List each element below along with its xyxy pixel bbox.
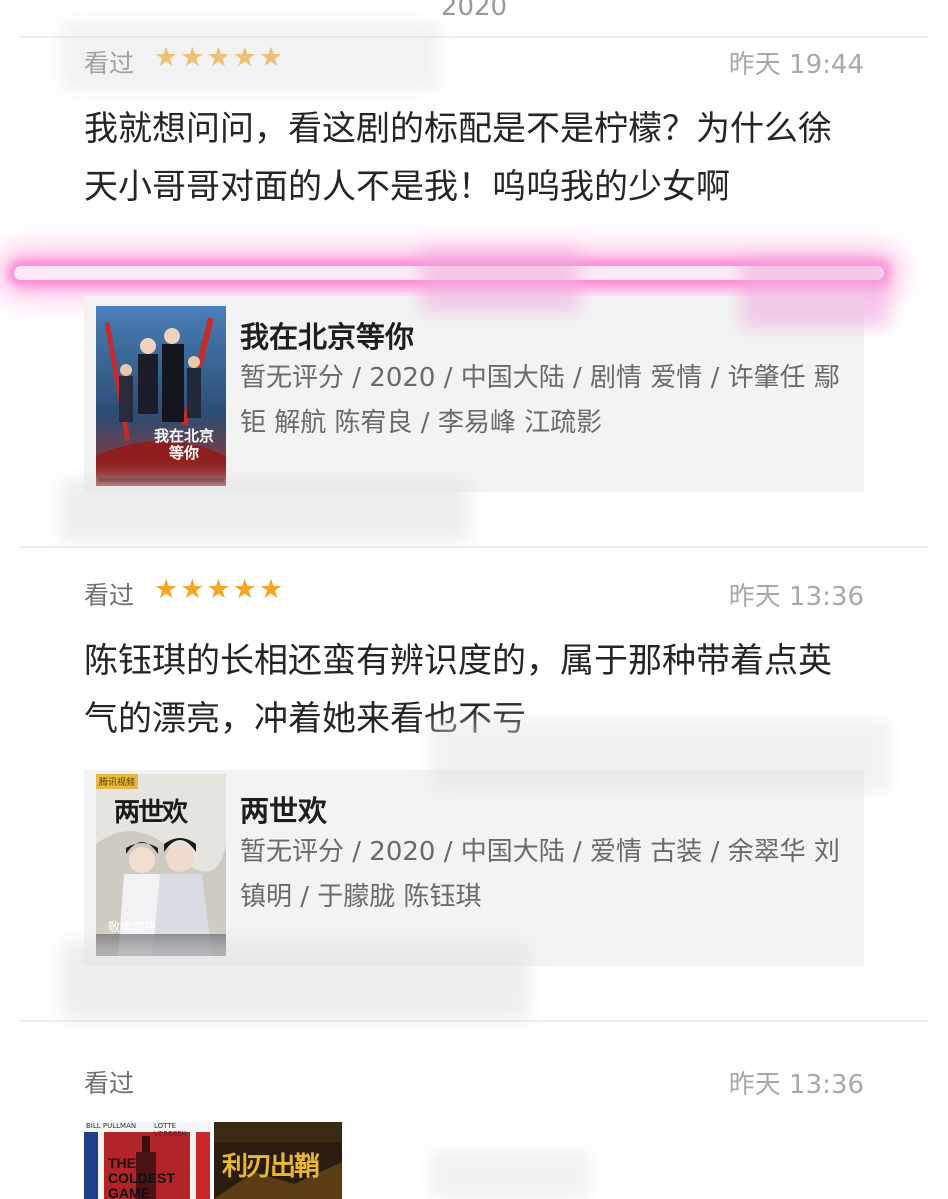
poster-image[interactable]: BILL PULLMAN LOTTE VERBEEK THE COLDEST G…: [84, 1122, 210, 1199]
watched-status: 看过: [84, 1069, 135, 1098]
poster-image[interactable]: 腾讯视频 两世欢 敬请期待: [96, 774, 226, 956]
media-title: 我在北京等你: [240, 320, 415, 354]
media-title: 两世欢: [240, 794, 328, 828]
year-header: 2020: [440, 0, 508, 22]
blur-overlay: [430, 1150, 590, 1199]
media-meta: 暂无评分 / 2020 / 中国大陆 / 剧情 爱情 / 许肇任 鄢钜 解航 陈…: [240, 363, 840, 438]
poster-credit: BILL PULLMAN: [86, 1122, 137, 1130]
watched-status: 看过: [84, 581, 135, 610]
review-comment: 我就想问问，看这剧的标配是不是柠檬？为什么徐天小哥哥对面的人不是我！呜呜我的少女…: [84, 109, 832, 207]
review-time: 昨天 13:36: [728, 582, 864, 612]
poster-image[interactable]: 我在北京等你: [96, 306, 226, 486]
media-meta: 暂无评分 / 2020 / 中国大陆 / 爱情 古装 / 余翠华 刘镇明 / 于…: [240, 837, 840, 912]
poster-title: THE COLDEST GAME: [108, 1155, 175, 1199]
divider: [20, 546, 928, 548]
blur-overlay: [420, 248, 580, 312]
media-card[interactable]: 腾讯视频 两世欢 敬请期待 两世欢 暂无评分 / 2020 / 中国大陆 / 爱…: [84, 770, 864, 966]
review-time: 昨天 13:36: [728, 1070, 864, 1100]
blur-overlay: [60, 940, 530, 1020]
blur-overlay: [740, 258, 890, 328]
divider: [20, 1020, 928, 1022]
poster-title: 利刃出鞘: [222, 1152, 320, 1182]
star-rating: ★★★★★: [154, 574, 286, 605]
poster-image[interactable]: 利刃出鞘: [214, 1122, 342, 1199]
blur-overlay: [430, 720, 890, 792]
poster-title: 我在北京等你: [154, 427, 215, 462]
poster-credit: LOTTE VERBEEK: [154, 1122, 187, 1138]
review-time: 昨天 19:44: [728, 50, 864, 80]
poster-subtitle: 敬请期待: [108, 920, 157, 934]
blur-overlay: [60, 20, 440, 92]
blur-overlay: [60, 478, 470, 542]
poster-title: 两世欢: [114, 798, 188, 828]
poster-badge: 腾讯视频: [96, 774, 139, 789]
